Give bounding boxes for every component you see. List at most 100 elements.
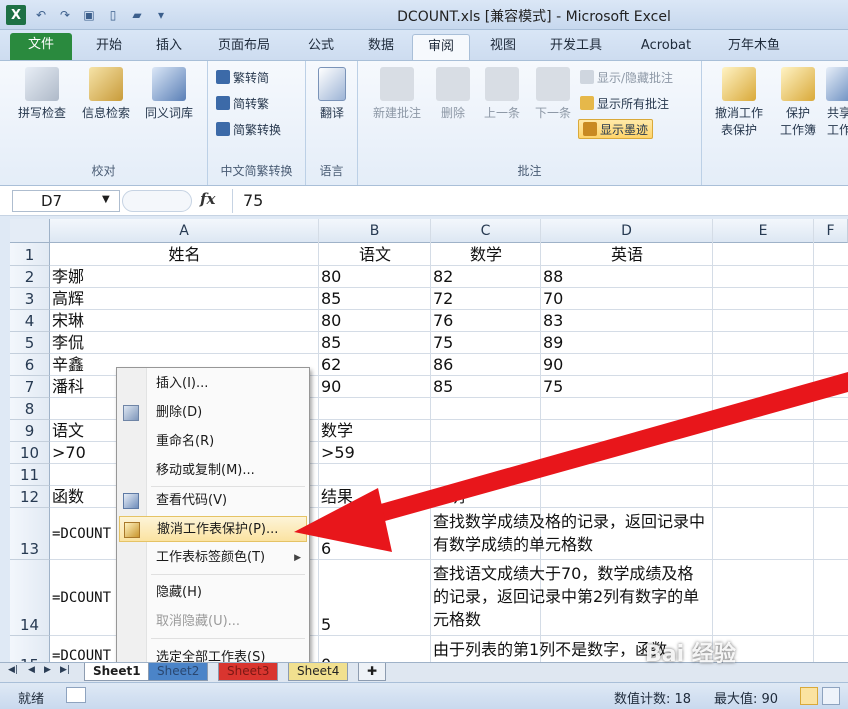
cell-b15[interactable]: 0 [321,655,429,662]
cell-b3[interactable]: 85 [321,289,429,309]
translate-button[interactable]: 翻译 [310,67,354,122]
cell-c7[interactable]: 85 [433,377,539,397]
row-header[interactable]: 11 [10,464,50,486]
row-header[interactable]: 1 [10,243,50,266]
convert-button[interactable]: 简繁转换 [216,119,281,139]
tab-developer[interactable]: 开发工具 [536,34,616,60]
sheet-tab-4[interactable]: Sheet4 [288,663,349,681]
cell-b4[interactable]: 80 [321,311,429,331]
menu-item-move-copy[interactable]: 移动或复制(M)... [117,458,309,484]
macro-record-icon[interactable] [66,687,86,703]
menu-item-view-code[interactable]: 查看代码(V) [117,488,309,514]
cell-c13[interactable]: 查找数学成绩及格的记录，返回记录中有数学成绩的单元格数 [433,510,709,556]
row-header[interactable]: 10 [10,442,50,464]
menu-item-unprotect-sheet[interactable]: 撤消工作表保护(P)... [119,516,307,542]
sheet-tab-3[interactable]: Sheet3 [218,663,279,681]
cell-c2[interactable]: 82 [433,267,539,287]
show-hide-comment-button[interactable]: 显示/隐藏批注 [580,67,673,87]
tab-view[interactable]: 视图 [474,34,532,60]
normal-view-icon[interactable] [800,687,818,705]
next-comment-button[interactable]: 下一条 [530,67,576,122]
cell-d4[interactable]: 83 [543,311,711,331]
prev-sheet-icon[interactable]: ◀ [28,665,35,675]
row-header[interactable]: 9 [10,420,50,442]
formula-bar-splitter[interactable] [122,190,192,212]
tab-page-layout[interactable]: 页面布局 [204,34,284,60]
cell-b14[interactable]: 5 [321,615,429,635]
cell-b10[interactable]: >59 [321,443,429,463]
page-layout-view-icon[interactable] [822,687,840,705]
row-header[interactable]: 12 [10,486,50,508]
thesaurus-button[interactable]: 同义词库 [138,67,200,122]
column-header[interactable]: D [541,219,713,243]
row-header[interactable]: 5 [10,332,50,354]
cell-d3[interactable]: 70 [543,289,711,309]
show-all-comments-button[interactable]: 显示所有批注 [580,93,669,113]
cell-d2[interactable]: 88 [543,267,711,287]
cell-d7[interactable]: 75 [543,377,711,397]
show-ink-button[interactable]: 显示墨迹 [578,119,654,139]
sheet-tab-1[interactable]: Sheet1 [84,663,150,681]
tab-insert[interactable]: 插入 [140,34,198,60]
cell-c6[interactable]: 86 [433,355,539,375]
row-header[interactable]: 4 [10,310,50,332]
share-workbook-button[interactable]: 共享 工作 [824,67,848,139]
next-sheet-icon[interactable]: ▶ [44,665,51,675]
cell-a1[interactable]: 姓名 [52,245,317,265]
cell-b12[interactable]: 结果 [321,487,429,507]
row-header[interactable]: 7 [10,376,50,398]
cell-c4[interactable]: 76 [433,311,539,331]
row-header[interactable]: 14 [10,560,50,636]
row-header[interactable]: 13 [10,508,50,560]
cell-a3[interactable]: 高辉 [52,289,317,309]
insert-sheet-icon[interactable]: ✚ [358,663,386,681]
row-header[interactable]: 3 [10,288,50,310]
tab-home[interactable]: 开始 [80,34,138,60]
cell-c5[interactable]: 75 [433,333,539,353]
prev-comment-button[interactable]: 上一条 [478,67,526,122]
cell-c1[interactable]: 数学 [433,245,539,265]
tab-data[interactable]: 数据 [352,34,410,60]
cell-b13[interactable]: 6 [321,539,429,559]
cell-b7[interactable]: 90 [321,377,429,397]
research-button[interactable]: 信息检索 [76,67,136,122]
cell-a4[interactable]: 宋琳 [52,311,317,331]
unprotect-sheet-button[interactable]: 撤消工作 表保护 [706,67,772,139]
delete-comment-button[interactable]: 删除 [432,67,474,122]
new-comment-button[interactable]: 新建批注 [366,67,428,122]
cell-a5[interactable]: 李侃 [52,333,317,353]
spell-check-button[interactable]: 拼写检查 [12,67,72,122]
cell-d6[interactable]: 90 [543,355,711,375]
row-header[interactable]: 2 [10,266,50,288]
menu-item-hide[interactable]: 隐藏(H) [117,580,309,606]
cell-d1[interactable]: 英语 [543,245,711,265]
tab-review[interactable]: 审阅 [412,34,470,60]
cell-c12[interactable]: 说明 [433,487,539,507]
cell-d5[interactable]: 89 [543,333,711,353]
cell-c3[interactable]: 72 [433,289,539,309]
menu-item-insert[interactable]: 插入(I)... [117,371,309,397]
cell-b2[interactable]: 80 [321,267,429,287]
cell-c14[interactable]: 查找语文成绩大于70，数学成绩及格的记录，返回记录中第2列有数字的单元格数 [433,562,709,631]
trad-to-simp-button[interactable]: 繁转简 [216,67,269,87]
select-all-corner[interactable] [10,219,50,243]
name-box-dropdown-icon[interactable]: ▼ [102,194,110,205]
cell-b5[interactable]: 85 [321,333,429,353]
menu-item-delete[interactable]: 删除(D) [117,400,309,426]
cell-a2[interactable]: 李娜 [52,267,317,287]
menu-item-rename[interactable]: 重命名(R) [117,429,309,455]
first-sheet-icon[interactable]: ◀| [8,665,18,675]
menu-item-tab-color[interactable]: 工作表标签颜色(T) ▶ [117,545,309,571]
row-header[interactable]: 6 [10,354,50,376]
column-header[interactable]: E [713,219,814,243]
insert-function-icon[interactable]: fx [200,190,215,208]
last-sheet-icon[interactable]: ▶| [60,665,70,675]
formula-input[interactable]: 75 [232,189,848,213]
protect-workbook-button[interactable]: 保护 工作簿 [772,67,824,139]
cell-b6[interactable]: 62 [321,355,429,375]
column-header[interactable]: A [50,219,319,243]
sheet-tab-2[interactable]: Sheet2 [148,663,209,681]
tab-formulas[interactable]: 公式 [292,34,350,60]
column-header[interactable]: C [431,219,541,243]
simp-to-trad-button[interactable]: 简转繁 [216,93,269,113]
